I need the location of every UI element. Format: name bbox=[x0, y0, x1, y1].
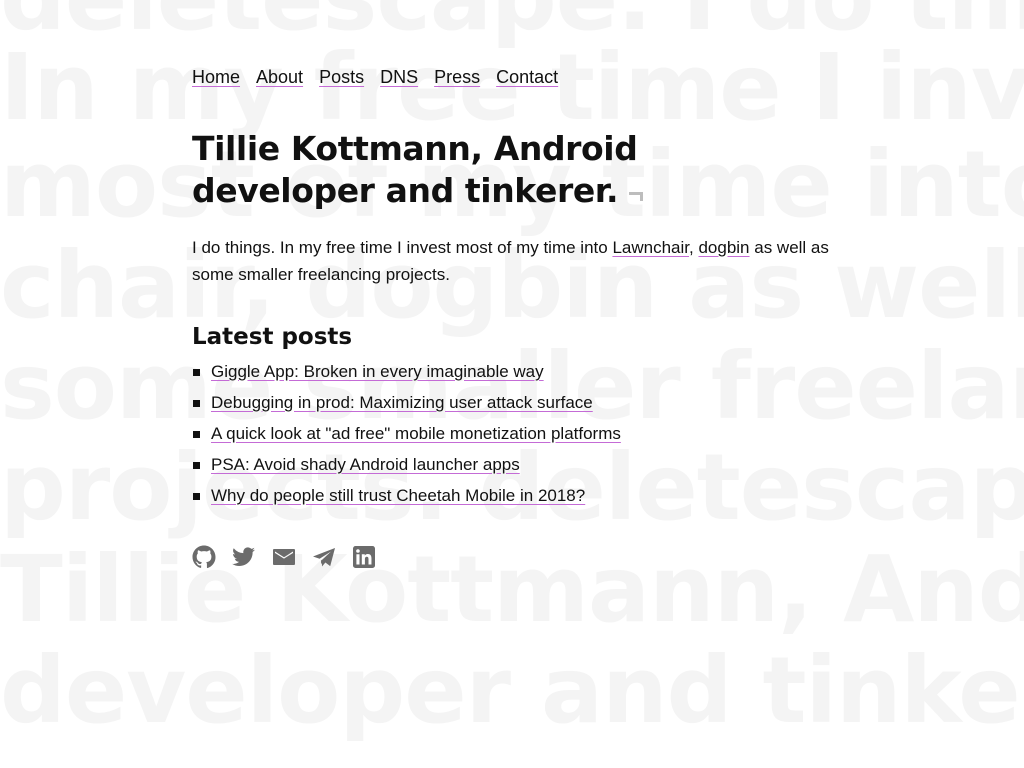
nav-link-about[interactable]: About bbox=[256, 62, 303, 92]
list-item: PSA: Avoid shady Android launcher apps bbox=[192, 449, 852, 480]
background-line: developer and tinkere bbox=[0, 637, 1024, 744]
github-icon[interactable] bbox=[192, 545, 216, 569]
page-title-block: Tillie Kottmann, Android developer and t… bbox=[192, 128, 812, 212]
page-title: Tillie Kottmann, Android developer and t… bbox=[192, 129, 638, 210]
intro-prefix: I do things. In my free time I invest mo… bbox=[192, 238, 613, 257]
intro-paragraph: I do things. In my free time I invest mo… bbox=[192, 234, 842, 288]
nav-link-dns[interactable]: DNS bbox=[380, 62, 418, 92]
post-link[interactable]: PSA: Avoid shady Android launcher apps bbox=[211, 455, 520, 474]
lawnchair-link[interactable]: Lawnchair bbox=[612, 238, 689, 257]
background-line: deletescape. I do things. bbox=[0, 0, 1024, 44]
post-link[interactable]: Debugging in prod: Maximizing user attac… bbox=[211, 393, 593, 412]
nav-link-press[interactable]: Press bbox=[434, 62, 480, 92]
nav-link-home[interactable]: Home bbox=[192, 62, 240, 92]
bullet-icon bbox=[193, 431, 200, 438]
social-links bbox=[192, 545, 852, 569]
linkedin-icon[interactable] bbox=[352, 545, 376, 569]
nav-link-contact[interactable]: Contact bbox=[496, 62, 558, 92]
list-item: A quick look at "ad free" mobile monetiz… bbox=[192, 418, 852, 449]
email-icon[interactable] bbox=[272, 545, 296, 569]
latest-posts-heading: Latest posts bbox=[192, 324, 353, 350]
bullet-icon bbox=[193, 462, 200, 469]
latest-posts-list: Giggle App: Broken in every imaginable w… bbox=[192, 356, 852, 511]
top-nav: Home About Posts DNS Press Contact bbox=[192, 62, 852, 92]
nav-link-posts[interactable]: Posts bbox=[319, 62, 364, 92]
post-link[interactable]: A quick look at "ad free" mobile monetiz… bbox=[211, 424, 621, 443]
post-link[interactable]: Why do people still trust Cheetah Mobile… bbox=[211, 486, 585, 505]
list-item: Why do people still trust Cheetah Mobile… bbox=[192, 480, 852, 511]
dogbin-link[interactable]: dogbin bbox=[698, 238, 749, 257]
list-item: Giggle App: Broken in every imaginable w… bbox=[192, 356, 852, 387]
bullet-icon bbox=[193, 400, 200, 407]
bullet-icon bbox=[193, 493, 200, 500]
main-content: Home About Posts DNS Press Contact Tilli… bbox=[192, 62, 852, 569]
cursor-icon bbox=[626, 186, 646, 206]
twitter-icon[interactable] bbox=[232, 545, 256, 569]
bullet-icon bbox=[193, 369, 200, 376]
list-item: Debugging in prod: Maximizing user attac… bbox=[192, 387, 852, 418]
post-link[interactable]: Giggle App: Broken in every imaginable w… bbox=[211, 362, 544, 381]
telegram-icon[interactable] bbox=[312, 545, 336, 569]
